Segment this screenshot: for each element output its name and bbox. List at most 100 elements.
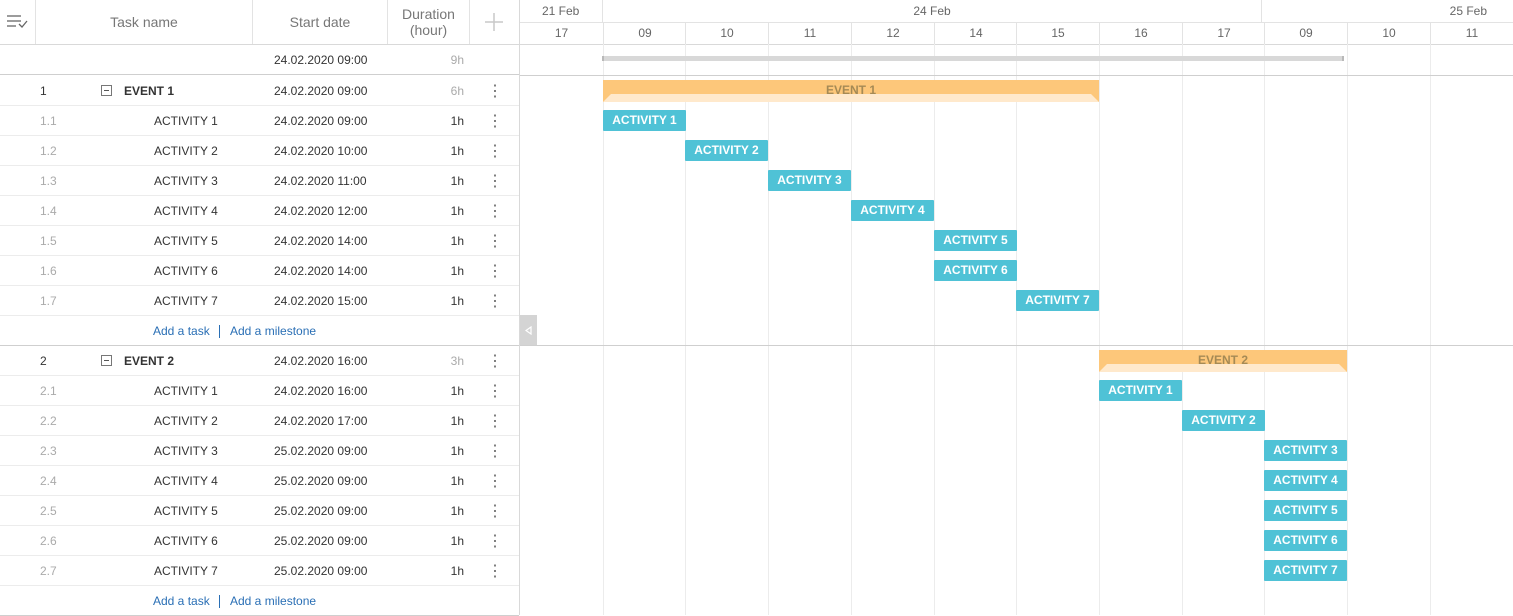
more-options-icon[interactable]: ⋮ [484, 76, 506, 106]
more-options-icon[interactable]: ⋮ [484, 256, 506, 286]
more-options-icon[interactable]: ⋮ [484, 226, 506, 256]
task-bar[interactable]: ACTIVITY 1 [1099, 380, 1182, 401]
row-number: 2.5 [40, 504, 57, 518]
collapse-grid-toggle[interactable] [520, 315, 537, 345]
start-date: 24.02.2020 14:00 [274, 234, 368, 248]
duration: 1h [450, 414, 464, 428]
task-bar[interactable]: ACTIVITY 2 [685, 140, 768, 161]
task-bar[interactable]: ACTIVITY 2 [1182, 410, 1265, 431]
row-number: 2.2 [40, 414, 57, 428]
more-options-icon[interactable]: ⋮ [484, 106, 506, 136]
start-date: 24.02.2020 14:00 [274, 264, 368, 278]
start-date: 25.02.2020 09:00 [274, 444, 368, 458]
header-start-date[interactable]: Start date [253, 0, 387, 44]
task-bar[interactable]: ACTIVITY 7 [1016, 290, 1099, 311]
hour-label: 09 [1264, 22, 1347, 44]
task-bar[interactable]: ACTIVITY 6 [1264, 530, 1347, 551]
task-name: ACTIVITY 1 [154, 384, 218, 398]
task-row[interactable]: 1.4 ACTIVITY 4 24.02.2020 12:00 1h ⋮ [0, 196, 519, 226]
duration: 3h [450, 354, 464, 368]
start-date: 25.02.2020 09:00 [274, 564, 368, 578]
event-bar-label: EVENT 1 [825, 83, 876, 97]
row-number: 2.6 [40, 534, 57, 548]
task-row[interactable]: 2.2 ACTIVITY 2 24.02.2020 17:00 1h ⋮ [0, 406, 519, 436]
row-number: 2.3 [40, 444, 57, 458]
more-options-icon[interactable]: ⋮ [484, 286, 506, 316]
row-number: 1.7 [40, 294, 57, 308]
add-task-link[interactable]: Add a task [153, 586, 210, 616]
task-row[interactable]: 2.4 ACTIVITY 4 25.02.2020 09:00 1h ⋮ [0, 466, 519, 496]
task-bar[interactable]: ACTIVITY 5 [1264, 500, 1347, 521]
task-row[interactable]: 1.5 ACTIVITY 5 24.02.2020 14:00 1h ⋮ [0, 226, 519, 256]
task-bar[interactable]: ACTIVITY 6 [934, 260, 1017, 281]
row-number: 1 [40, 84, 47, 98]
header-duration[interactable]: Duration (hour) [388, 0, 469, 44]
event-name: EVENT 2 [124, 354, 175, 368]
start-date: 24.02.2020 16:00 [274, 354, 368, 368]
task-row[interactable]: 2.5 ACTIVITY 5 25.02.2020 09:00 1h ⋮ [0, 496, 519, 526]
link-divider [219, 325, 220, 338]
start-date: 24.02.2020 11:00 [274, 174, 367, 188]
task-row[interactable]: 2.1 ACTIVITY 1 24.02.2020 16:00 1h ⋮ [0, 376, 519, 406]
more-options-icon[interactable]: ⋮ [484, 376, 506, 406]
add-task-link[interactable]: Add a task [153, 316, 210, 346]
project-summary-row[interactable]: 24.02.2020 09:00 9h [0, 45, 519, 75]
task-bar[interactable]: ACTIVITY 5 [934, 230, 1017, 251]
task-row[interactable]: 2.7 ACTIVITY 7 25.02.2020 09:00 1h ⋮ [0, 556, 519, 586]
grid-header: Task name Start date Duration (hour) [0, 0, 519, 45]
more-options-icon[interactable]: ⋮ [484, 496, 506, 526]
collapse-minus-icon[interactable] [101, 85, 112, 96]
gantt-chart: 21 Feb 24 Feb 25 Feb 17 09 10 11 12 14 15 16 17 0… [520, 0, 1513, 615]
more-options-icon[interactable]: ⋮ [484, 196, 506, 226]
more-options-icon[interactable]: ⋮ [484, 556, 506, 586]
event-row[interactable]: 2 EVENT 2 24.02.2020 16:00 3h ⋮ [0, 346, 519, 376]
row-number: 1.1 [40, 114, 57, 128]
task-bar[interactable]: ACTIVITY 1 [603, 110, 686, 131]
start-date: 25.02.2020 09:00 [274, 534, 368, 548]
more-options-icon[interactable]: ⋮ [484, 466, 506, 496]
start-date: 24.02.2020 09:00 [274, 114, 368, 128]
collapse-minus-icon[interactable] [101, 355, 112, 366]
more-options-icon[interactable]: ⋮ [484, 166, 506, 196]
add-task-plus-icon[interactable] [484, 12, 504, 32]
task-row[interactable]: 1.3 ACTIVITY 3 24.02.2020 11:00 1h ⋮ [0, 166, 519, 196]
duration: 1h [450, 474, 464, 488]
more-options-icon[interactable]: ⋮ [484, 436, 506, 466]
row-number: 1.2 [40, 144, 57, 158]
task-bar[interactable]: ACTIVITY 4 [1264, 470, 1347, 491]
add-milestone-link[interactable]: Add a milestone [230, 316, 316, 346]
more-options-icon[interactable]: ⋮ [484, 406, 506, 436]
column-settings-icon[interactable] [6, 14, 28, 30]
task-row[interactable]: 2.3 ACTIVITY 3 25.02.2020 09:00 1h ⋮ [0, 436, 519, 466]
more-options-icon[interactable]: ⋮ [484, 526, 506, 556]
task-row[interactable]: 1.1 ACTIVITY 1 24.02.2020 09:00 1h ⋮ [0, 106, 519, 136]
add-milestone-link[interactable]: Add a milestone [230, 586, 316, 616]
task-bar[interactable]: ACTIVITY 7 [1264, 560, 1347, 581]
task-row[interactable]: 1.2 ACTIVITY 2 24.02.2020 10:00 1h ⋮ [0, 136, 519, 166]
day-label: 21 Feb [542, 4, 580, 18]
start-date: 25.02.2020 09:00 [274, 474, 368, 488]
task-row[interactable]: 2.6 ACTIVITY 6 25.02.2020 09:00 1h ⋮ [0, 526, 519, 556]
event-row[interactable]: 1 EVENT 1 24.02.2020 09:00 6h ⋮ [0, 76, 519, 106]
hour-label: 11 [768, 22, 851, 44]
task-grid: Task name Start date Duration (hour) 24.… [0, 0, 520, 616]
task-bar[interactable]: ACTIVITY 3 [768, 170, 851, 191]
task-row[interactable]: 1.7 ACTIVITY 7 24.02.2020 15:00 1h ⋮ [0, 286, 519, 316]
task-bar[interactable]: ACTIVITY 3 [1264, 440, 1347, 461]
project-summary-bar[interactable] [602, 56, 1344, 61]
start-date: 24.02.2020 12:00 [274, 204, 368, 218]
row-number: 1.3 [40, 174, 57, 188]
task-name: ACTIVITY 4 [154, 204, 218, 218]
duration: 1h [450, 204, 464, 218]
task-row[interactable]: 1.6 ACTIVITY 6 24.02.2020 14:00 1h ⋮ [0, 256, 519, 286]
event-bar[interactable]: EVENT 2 [1099, 350, 1347, 372]
task-bar[interactable]: ACTIVITY 4 [851, 200, 934, 221]
start-date: 24.02.2020 15:00 [274, 294, 368, 308]
task-name: ACTIVITY 3 [154, 444, 218, 458]
event-bar[interactable]: EVENT 1 [603, 80, 1099, 102]
more-options-icon[interactable]: ⋮ [484, 136, 506, 166]
more-options-icon[interactable]: ⋮ [484, 346, 506, 376]
header-task-name[interactable]: Task name [36, 0, 252, 44]
duration: 1h [450, 234, 464, 248]
start-date: 24.02.2020 10:00 [274, 144, 368, 158]
